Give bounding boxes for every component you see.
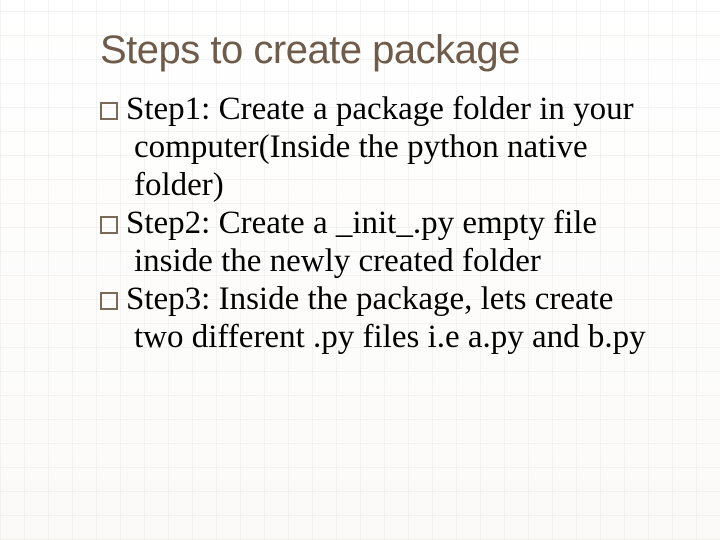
list-item: Step1: Create a package folder in your c… [100,91,660,205]
square-bullet-icon [100,216,118,234]
item-text: Step2: Create a _init_.py empty file ins… [126,205,597,279]
item-text: Step3: Inside the package, lets create t… [126,281,646,355]
square-bullet-icon [100,292,118,310]
slide: Steps to create package Step1: Create a … [0,0,720,540]
item-text: Step1: Create a package folder in your c… [126,91,634,203]
list-item: Step3: Inside the package, lets create t… [100,281,660,357]
slide-title: Steps to create package [100,28,660,73]
slide-body: Step1: Create a package folder in your c… [100,91,660,357]
list-item: Step2: Create a _init_.py empty file ins… [100,205,660,281]
square-bullet-icon [100,102,118,120]
